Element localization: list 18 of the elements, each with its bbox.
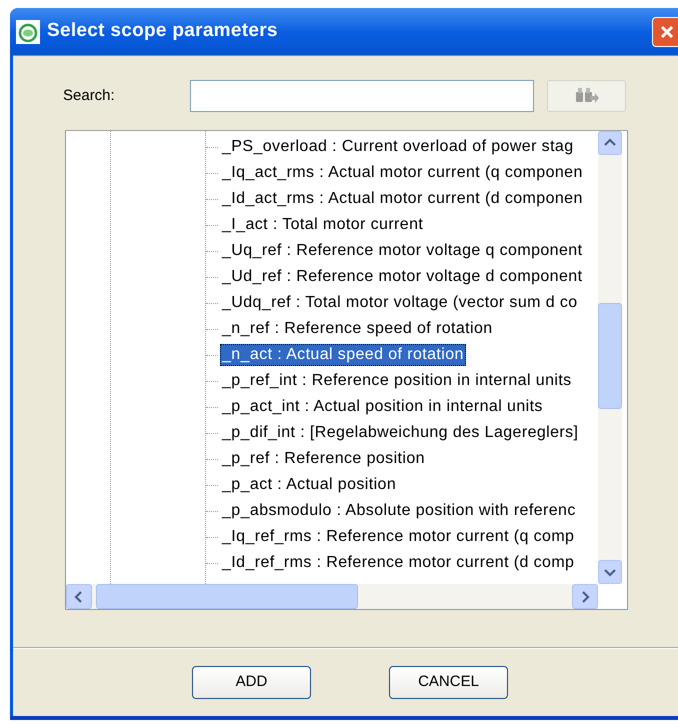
window-title: Select scope parameters [47,19,278,44]
horizontal-scrollbar[interactable] [66,584,598,609]
search-button[interactable] [547,80,626,112]
dialog-button[interactable]: CANCEL [389,666,508,699]
scroll-up-button[interactable] [598,131,622,155]
vertical-scrollbar[interactable] [598,131,622,584]
close-button[interactable] [652,16,678,46]
dialog-button[interactable]: ADD [192,666,311,699]
scroll-thumb[interactable] [598,303,622,409]
scroll-right-button[interactable] [572,584,598,609]
scroll-left-button[interactable] [66,584,92,609]
search-label: Search: [63,86,116,106]
scroll-thumb[interactable] [96,584,358,609]
tree-item[interactable]: _n_act : Actual speed of rotation [220,344,466,366]
close-icon [659,24,675,40]
scroll-down-button[interactable] [598,560,622,584]
search-field[interactable] [190,80,534,112]
app-icon [16,20,40,44]
